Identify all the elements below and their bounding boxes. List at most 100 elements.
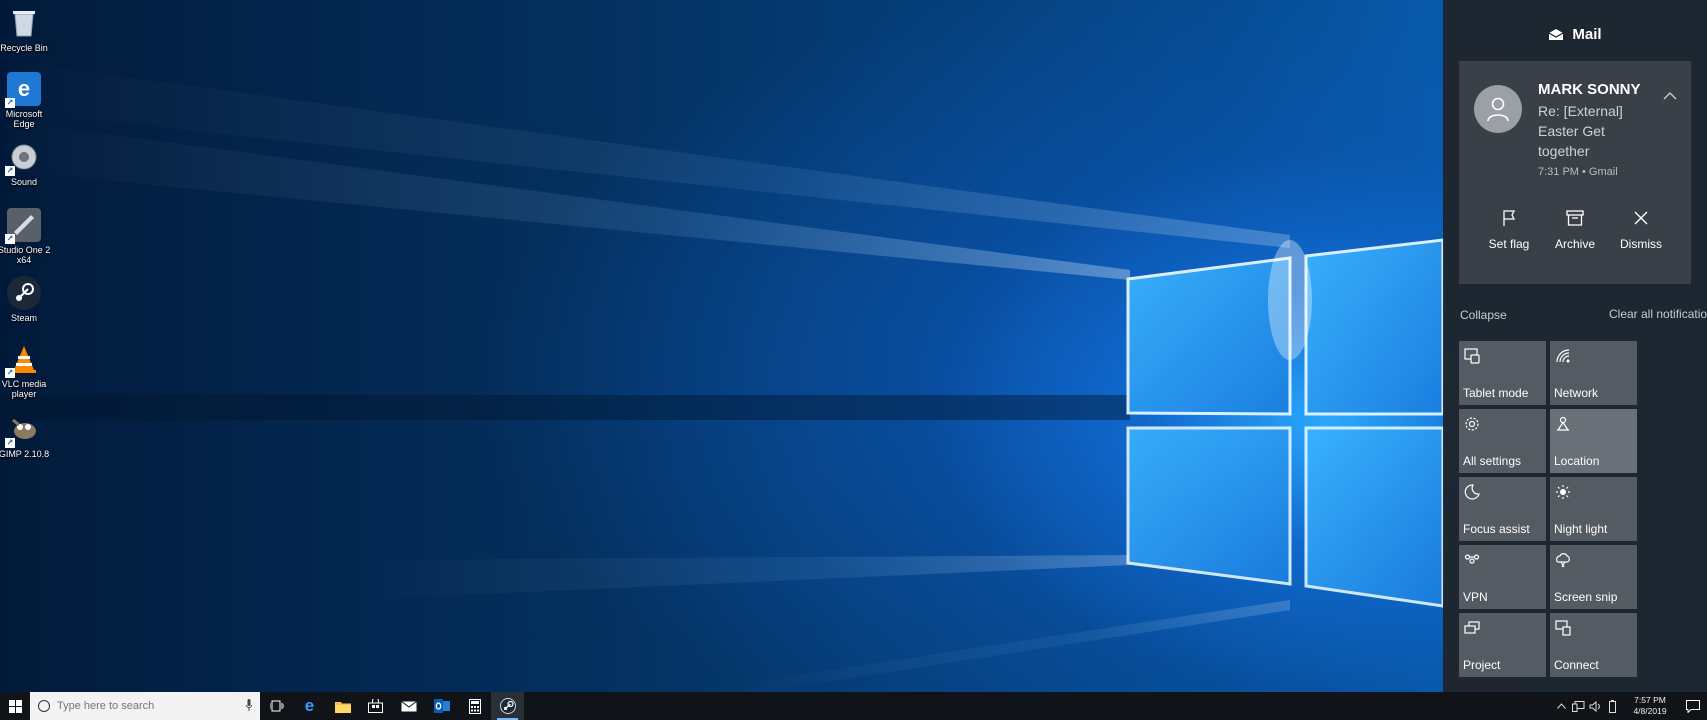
archive-label: Archive <box>1554 237 1595 251</box>
taskbar-app-file-explorer[interactable] <box>326 692 359 720</box>
desktop-icon-studio-one[interactable]: ↗ Studio One 2 x64 <box>0 208 50 265</box>
archive-icon <box>1566 207 1584 229</box>
tile-screen-snip[interactable]: Screen snip <box>1550 545 1637 609</box>
tile-connect[interactable]: Connect <box>1550 613 1637 677</box>
desktop-icon-label: Steam <box>10 313 37 323</box>
set-flag-label: Set flag <box>1488 237 1530 251</box>
taskbar-app-edge[interactable]: e <box>293 692 326 720</box>
gear-icon <box>1465 417 1479 431</box>
microphone-icon[interactable] <box>246 699 252 711</box>
vlc-cone-icon: ↗ <box>5 342 41 378</box>
speaker-icon: ↗ <box>5 140 41 176</box>
person-icon <box>1487 97 1509 122</box>
taskbar-app-store[interactable] <box>359 692 392 720</box>
recycle-bin-icon <box>7 6 41 40</box>
chevron-up-icon[interactable] <box>1661 87 1679 105</box>
cortana-circle-icon <box>38 700 50 712</box>
tile-vpn[interactable]: VPN <box>1459 545 1546 609</box>
tile-label: Location <box>1554 454 1600 468</box>
mail-icon <box>1549 29 1564 40</box>
start-button[interactable] <box>0 692 30 720</box>
desktop-icon-gimp[interactable]: ↗ GIMP 2.10.8 <box>0 412 49 459</box>
notification-sender: MARK SONNY <box>1538 81 1641 98</box>
search-input[interactable] <box>57 700 227 712</box>
tile-label: Night light <box>1554 522 1608 536</box>
edge-icon: e <box>304 696 315 715</box>
tile-label: Focus assist <box>1463 522 1530 536</box>
archive-button[interactable]: Archive <box>1540 207 1610 251</box>
flag-icon <box>1501 207 1517 229</box>
tile-project[interactable]: Project <box>1459 613 1546 677</box>
taskbar-clock[interactable]: 7:57 PM 4/8/2019 <box>1625 695 1675 717</box>
mail-notification-card[interactable]: MARK SONNY Re: [External] Easter Get tog… <box>1459 61 1691 284</box>
taskbar-app-outlook[interactable] <box>425 692 458 720</box>
clock-time: 7:57 PM <box>1634 695 1666 705</box>
folder-icon <box>334 701 351 713</box>
gimp-icon: ↗ <box>5 412 41 448</box>
clock-date: 4/8/2019 <box>1633 706 1667 716</box>
notification-subject: Re: [External] Easter Get together <box>1538 103 1623 159</box>
tile-label: Tablet mode <box>1463 386 1529 400</box>
notification-icon <box>1686 699 1700 713</box>
collapse-quick-actions-link[interactable]: Collapse <box>1460 308 1507 322</box>
tile-focus-assist[interactable]: Focus assist <box>1459 477 1546 541</box>
taskbar-app-calculator[interactable] <box>458 692 491 720</box>
battery-icon[interactable] <box>1604 692 1621 720</box>
tile-night-light[interactable]: Night light <box>1550 477 1637 541</box>
task-view-icon <box>269 700 284 712</box>
tile-tablet-mode[interactable]: Tablet mode <box>1459 341 1546 405</box>
taskbar-app-mail[interactable] <box>392 692 425 720</box>
avatar <box>1474 85 1522 133</box>
moon-icon <box>1464 484 1480 500</box>
tile-label: All settings <box>1463 454 1522 468</box>
desktop-icon-label: VLC media player <box>1 379 47 399</box>
connect-icon <box>1555 620 1571 636</box>
desktop-icon-steam[interactable]: Steam <box>0 276 48 323</box>
outlook-icon <box>433 699 450 713</box>
screen-snip-icon <box>1556 553 1570 568</box>
close-icon <box>1634 207 1648 229</box>
notification-group-title: Mail <box>1572 26 1602 43</box>
desktop-icon-label: Studio One 2 x64 <box>0 245 51 265</box>
desktop-icon-label: Recycle Bin <box>0 43 48 53</box>
dismiss-button[interactable]: Dismiss <box>1606 207 1676 251</box>
tablet-mode-icon <box>1464 348 1480 364</box>
clear-all-notifications-link[interactable]: Clear all notifications <box>1609 307 1707 321</box>
calculator-icon <box>468 698 481 714</box>
action-center-button[interactable] <box>1679 692 1707 720</box>
tile-all-settings[interactable]: All settings <box>1459 409 1546 473</box>
network-tray-icon[interactable] <box>1570 692 1587 720</box>
steam-icon <box>7 276 41 310</box>
tile-location[interactable]: Location <box>1550 409 1637 473</box>
dismiss-label: Dismiss <box>1620 237 1662 251</box>
desktop-icon-vlc[interactable]: ↗ VLC media player <box>0 342 48 399</box>
project-icon <box>1464 621 1480 634</box>
desktop-icon-label: Microsoft Edge <box>5 109 43 129</box>
steam-icon <box>499 698 516 714</box>
volume-icon[interactable] <box>1587 692 1604 720</box>
sun-icon <box>1556 485 1570 499</box>
tile-label: Project <box>1463 658 1501 672</box>
studio-one-icon: ↗ <box>5 208 41 244</box>
tile-label: Screen snip <box>1554 590 1618 604</box>
desktop-icon-recycle-bin[interactable]: Recycle Bin <box>0 6 48 53</box>
vpn-icon <box>1464 554 1480 564</box>
desktop-icon-microsoft-edge[interactable]: e ↗ Microsoft Edge <box>0 72 48 129</box>
set-flag-button[interactable]: Set flag <box>1474 207 1544 251</box>
mail-icon <box>400 700 417 711</box>
desktop-icon-sound[interactable]: ↗ Sound <box>0 140 48 187</box>
windows-logo-icon <box>8 699 22 713</box>
taskbar-search-box[interactable] <box>30 692 260 720</box>
store-bag-icon <box>368 699 383 713</box>
action-center-panel: Mail MARK SONNY Re: [External] Easter Ge… <box>1443 0 1707 692</box>
desktop-icon-label: GIMP 2.10.8 <box>0 449 50 459</box>
desktop-icon-label: Sound <box>10 177 38 187</box>
taskbar-app-steam[interactable] <box>491 692 524 720</box>
system-tray: 7:57 PM 4/8/2019 <box>1553 692 1707 720</box>
task-view-button[interactable] <box>260 692 293 720</box>
taskbar: e 7:57 PM 4/8/2019 <box>0 692 1707 720</box>
notification-group-header[interactable]: Mail <box>1443 26 1707 43</box>
tile-network[interactable]: Network <box>1550 341 1637 405</box>
tile-label: Network <box>1554 386 1599 400</box>
chevron-up-icon[interactable] <box>1553 692 1570 720</box>
